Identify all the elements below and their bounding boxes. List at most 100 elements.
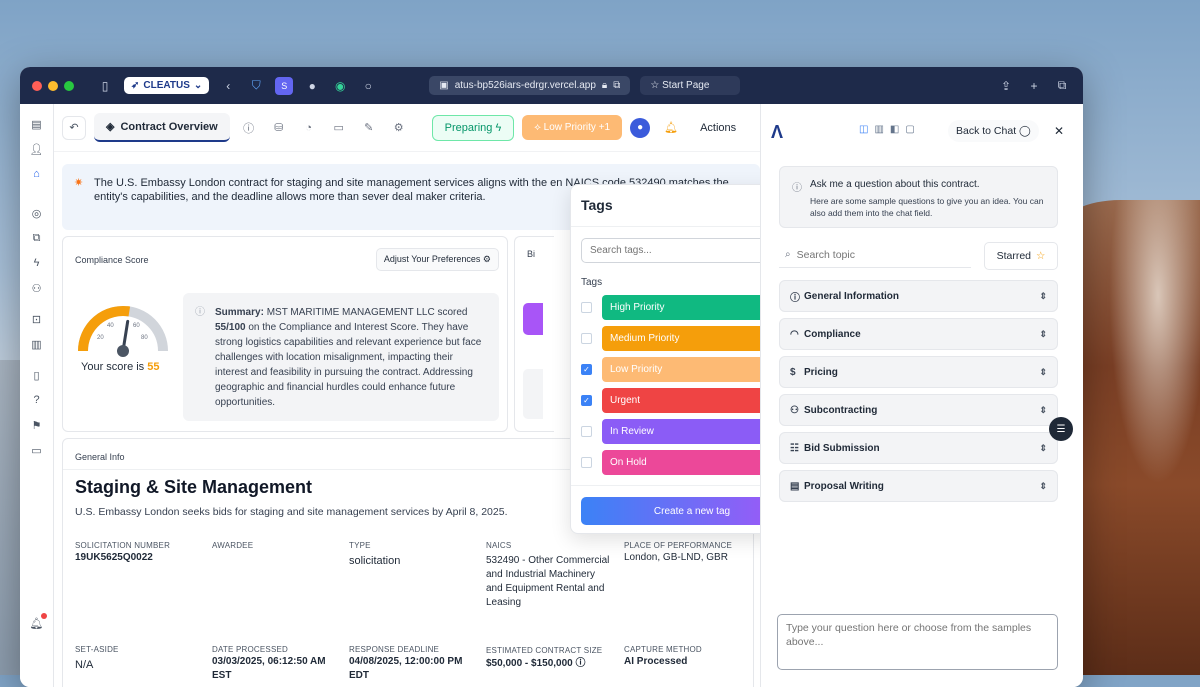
copy-icon: ⧉ xyxy=(613,80,621,91)
tabs-overview-icon[interactable]: ⧉ xyxy=(1053,77,1071,95)
status-preparing-button[interactable]: Preparing ϟ xyxy=(431,114,515,141)
topic-label: Proposal Writing xyxy=(804,480,884,492)
adjust-preferences-button[interactable]: Adjust Your Preferences ⚙ xyxy=(375,248,499,271)
tag-pill[interactable]: Low Priority xyxy=(602,357,782,382)
tab-contract-overview[interactable]: ◈ Contract Overview xyxy=(94,113,230,142)
field-label: AWARDEE xyxy=(212,541,254,550)
notification-bell-icon[interactable]: 🔔︎ xyxy=(29,613,47,631)
close-icon[interactable]: ✕ xyxy=(1054,124,1064,138)
tag-pill[interactable]: Medium Priority xyxy=(602,326,782,351)
three-column-icon[interactable]: ▥ xyxy=(874,124,883,135)
tag-count: +1 xyxy=(598,122,611,133)
topic-pricing[interactable]: $ Pricing ⇕ xyxy=(779,356,1058,388)
topic-bid-submission[interactable]: ☷ Bid Submission ⇕ xyxy=(779,432,1058,464)
layout-toggle-group: ◫ ▥ ◧ ▢ xyxy=(859,124,915,135)
field-label: RESPONSE DEADLINE xyxy=(349,645,440,654)
topic-proposal-writing[interactable]: ▤ Proposal Writing ⇕ xyxy=(779,470,1058,502)
back-to-chat-button[interactable]: Back to Chat ◯ xyxy=(948,120,1039,142)
url-bar[interactable]: ▣ atus-bp526iars-edrgr.vercel.app 🔒︎ ⧉ xyxy=(429,76,631,95)
briefcase-icon[interactable]: ⊡ xyxy=(29,311,45,327)
target-icon[interactable]: ◎ xyxy=(29,205,45,221)
tag-pill[interactable]: On Hold xyxy=(602,450,782,475)
search-icon: ⌕ xyxy=(785,249,791,260)
shield-icon[interactable]: ⛉ xyxy=(247,77,265,95)
documents-icon[interactable]: ⧉ xyxy=(29,230,45,246)
chevron-down-icon: ⌄ xyxy=(193,80,203,91)
tag-checkbox-checked[interactable]: ✓ xyxy=(581,395,592,406)
dollar-icon: $ xyxy=(790,366,796,378)
minimize-window-button[interactable] xyxy=(48,80,58,91)
app-switcher-button[interactable]: ➶ CLEATUS ⌄ xyxy=(124,77,210,94)
undo-icon[interactable]: ↶ xyxy=(62,115,86,140)
gauge-tick: 20 xyxy=(97,335,104,341)
gauge-tick: 80 xyxy=(141,335,148,341)
info-icon[interactable]: ⓘ xyxy=(238,117,260,139)
tag-checkbox-checked[interactable]: ✓ xyxy=(581,364,592,375)
extension-circle-icon[interactable]: ○ xyxy=(359,77,377,95)
start-page-label: Start Page xyxy=(662,80,710,91)
topic-search-input[interactable] xyxy=(796,248,957,261)
user-icon[interactable]: 👤︎ xyxy=(29,141,45,157)
file-icon[interactable]: ▯ xyxy=(29,367,45,383)
extension-s-icon[interactable]: S xyxy=(275,76,294,95)
building-icon[interactable]: ▥ xyxy=(29,336,45,352)
gauge-icon[interactable]: ◔ xyxy=(298,117,320,139)
full-view-icon[interactable]: ▢ xyxy=(905,124,914,135)
chat-input[interactable] xyxy=(777,614,1058,670)
actions-menu[interactable]: Actions xyxy=(700,122,736,134)
rocket-icon: ➶ xyxy=(131,80,140,91)
info-icon[interactable]: ⓘ xyxy=(576,658,586,669)
github-icon[interactable]: ● xyxy=(303,77,321,95)
extension-green-icon[interactable]: ◉ xyxy=(331,77,349,95)
topic-compliance[interactable]: ◠ Compliance ⇕ xyxy=(779,318,1058,350)
avatar[interactable]: ● xyxy=(630,117,651,138)
tab-label: Contract Overview xyxy=(120,120,218,133)
tag-selector-button[interactable]: ⟡ Low Priority +1 xyxy=(522,115,623,140)
panel-icon[interactable]: ▤ xyxy=(29,116,45,132)
tag-checkbox[interactable] xyxy=(581,333,592,344)
flag-icon[interactable]: ⚑ xyxy=(29,417,45,433)
tag-pill[interactable]: High Priority xyxy=(602,295,782,320)
tags-section-label: Tags xyxy=(581,277,603,288)
field-value: 03/03/2025, 06:12:50 AM EST xyxy=(212,656,326,681)
id-card-icon[interactable]: ▭ xyxy=(29,442,45,458)
tag-checkbox[interactable] xyxy=(581,426,592,437)
field-solicitation-number: SOLICITATION NUMBER 19UK5625Q0022 xyxy=(75,541,195,565)
compliance-icon[interactable]: ⛁ xyxy=(268,117,290,139)
tag-pill[interactable]: In Review xyxy=(602,419,782,444)
edit-icon[interactable]: ✎ xyxy=(358,117,380,139)
starred-button[interactable]: Starred ☆ xyxy=(984,242,1058,270)
tag-pill[interactable]: Urgent xyxy=(602,388,782,413)
lightning-icon[interactable]: ϟ xyxy=(29,255,45,271)
back-arrow-icon[interactable]: ‹ xyxy=(219,77,237,95)
field-response-deadline: RESPONSE DEADLINE 04/08/2025, 12:00:00 PM… xyxy=(349,645,467,683)
topic-search[interactable]: ⌕ xyxy=(779,242,971,268)
new-tab-icon[interactable]: + xyxy=(1025,77,1043,95)
share-icon[interactable]: ⇪ xyxy=(997,77,1015,95)
users-icon[interactable]: ⚇ xyxy=(29,280,45,296)
sidebar-view-icon[interactable]: ◧ xyxy=(890,124,899,135)
home-icon[interactable]: ⌂ xyxy=(29,166,45,182)
sidebar-toggle-icon[interactable]: ▯ xyxy=(96,77,114,95)
start-page-tab[interactable]: ☆ Start Page xyxy=(640,76,741,95)
close-window-button[interactable] xyxy=(32,80,42,91)
help-icon[interactable]: ? xyxy=(29,392,45,408)
compliance-score-card: Compliance Score Adjust Your Preferences… xyxy=(62,236,508,432)
topic-general-information[interactable]: ⓘ General Information ⇕ xyxy=(779,280,1058,312)
bell-icon[interactable]: 🔔︎ xyxy=(664,121,678,134)
settings-icon[interactable]: ⚙ xyxy=(388,117,410,139)
folder-icon[interactable]: ▭ xyxy=(328,117,350,139)
tag-checkbox[interactable] xyxy=(581,457,592,468)
field-value: 19UK5625Q0022 xyxy=(75,552,153,563)
field-value: 532490 - Other Commercial and Industrial… xyxy=(486,555,610,608)
topic-subcontracting[interactable]: ⚇ Subcontracting ⇕ xyxy=(779,394,1058,426)
document-edit-icon: ▤ xyxy=(790,480,800,492)
url-text: atus-bp526iars-edrgr.vercel.app xyxy=(454,80,596,91)
field-value: 04/08/2025, 12:00:00 PM EDT xyxy=(349,656,463,681)
maximize-window-button[interactable] xyxy=(64,80,74,91)
split-view-icon[interactable]: ◫ xyxy=(859,124,868,135)
chat-panel: Λ ◫ ▥ ◧ ▢ Back to Chat ◯ ✕ ⓘ Ask me a quest… xyxy=(760,104,1083,687)
tag-checkbox[interactable] xyxy=(581,302,592,313)
chevron-updown-icon: ⇕ xyxy=(1039,442,1047,453)
filter-list-icon[interactable]: ☰ xyxy=(1049,417,1073,441)
